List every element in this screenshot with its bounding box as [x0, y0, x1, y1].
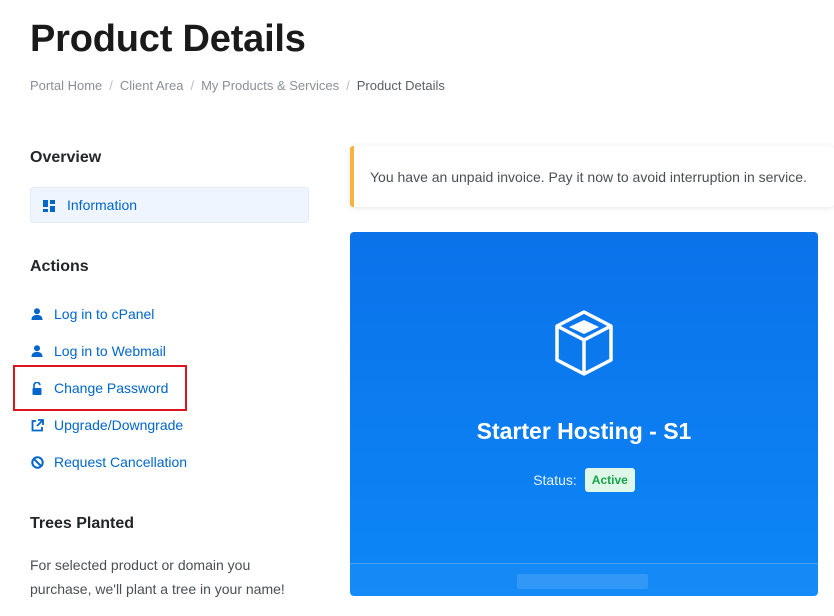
user-icon: [30, 307, 44, 321]
breadcrumb-item-products-services[interactable]: My Products & Services: [201, 78, 339, 93]
actions-heading: Actions: [30, 258, 89, 275]
breadcrumb-separator: /: [190, 78, 195, 93]
status-label: Status:: [533, 472, 577, 488]
alert-text: You have an unpaid invoice. Pay it now t…: [370, 168, 807, 185]
page-title: Product Details: [30, 18, 306, 60]
unlock-icon: [30, 381, 44, 395]
breadcrumb-item-current: Product Details: [356, 78, 445, 93]
status-badge: Active: [584, 468, 635, 492]
product-name: Starter Hosting - S1: [476, 418, 692, 444]
breadcrumb: Portal Home / Client Area / My Products …: [30, 78, 445, 93]
ban-icon: [30, 455, 44, 469]
action-change-password-label: Change Password: [54, 380, 169, 396]
breadcrumb-separator: /: [346, 78, 350, 93]
external-link-icon: [30, 418, 44, 432]
action-login-cpanel[interactable]: Log in to cPanel: [30, 305, 154, 323]
product-card-footer: [350, 563, 818, 596]
unpaid-invoice-alert: You have an unpaid invoice. Pay it now t…: [350, 146, 834, 207]
action-login-webmail-label: Log in to Webmail: [54, 343, 166, 359]
action-request-cancellation-label: Request Cancellation: [54, 454, 188, 470]
action-upgrade-downgrade[interactable]: Upgrade/Downgrade: [30, 416, 183, 434]
product-status-row: Status: Active: [350, 468, 818, 492]
breadcrumb-item-portal-home[interactable]: Portal Home: [30, 78, 102, 93]
action-login-webmail[interactable]: Log in to Webmail: [30, 342, 166, 360]
action-request-cancellation[interactable]: Request Cancellation: [30, 453, 187, 471]
breadcrumb-separator: /: [109, 78, 113, 93]
product-card-footer-bar: [517, 574, 648, 589]
action-upgrade-downgrade-label: Upgrade/Downgrade: [54, 417, 184, 433]
sidebar-item-information[interactable]: Information: [30, 187, 309, 223]
user-icon: [30, 344, 44, 358]
cube-icon: [554, 310, 614, 376]
product-card: Starter Hosting - S1 Status: Active: [350, 232, 818, 596]
dashboard-icon: [43, 199, 55, 212]
trees-heading: Trees Planted: [30, 515, 135, 532]
action-login-cpanel-label: Log in to cPanel: [54, 306, 155, 322]
action-change-password[interactable]: Change Password: [30, 379, 168, 397]
trees-description: For selected product or domain you purch…: [30, 557, 285, 597]
sidebar-item-information-label: Information: [67, 197, 138, 213]
breadcrumb-item-client-area[interactable]: Client Area: [120, 78, 184, 93]
overview-heading: Overview: [30, 149, 102, 166]
